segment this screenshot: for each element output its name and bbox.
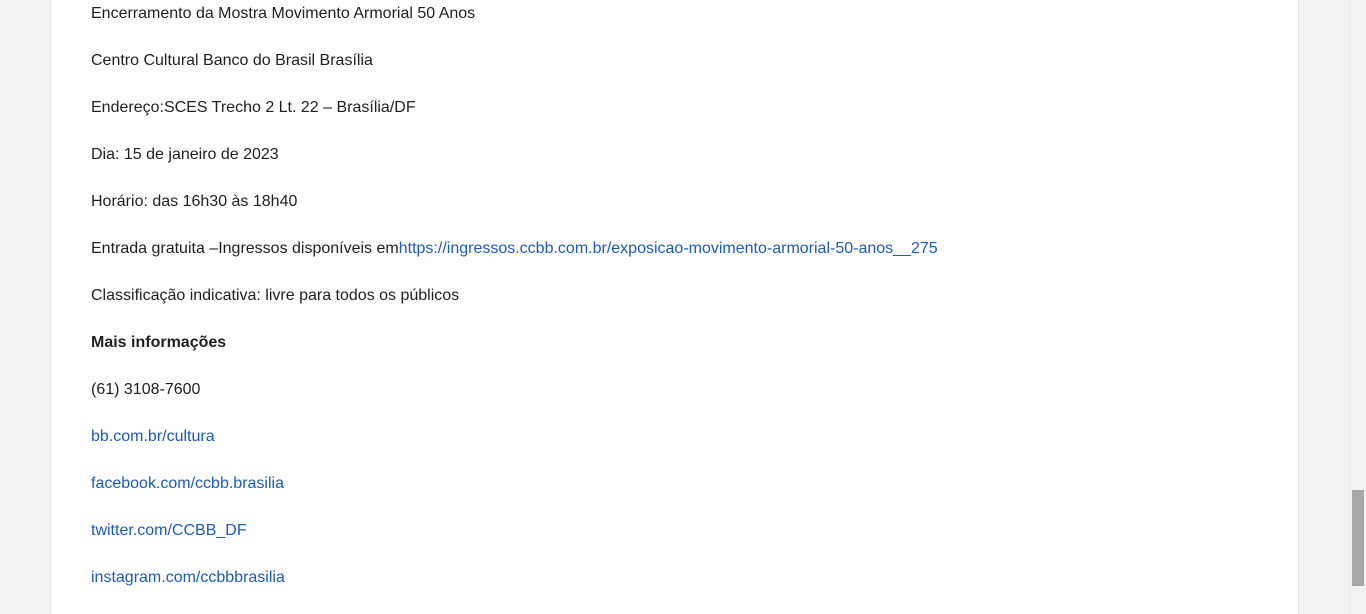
more-info-heading: Mais informações [91,334,227,351]
vertical-scrollbar[interactable] [1349,0,1366,614]
entry-text: Entrada gratuita –Ingressos disponíveis … [91,240,399,257]
twitter-link-row: twitter.com/CCBB_DF [91,521,247,541]
scrollbar-thumb[interactable] [1352,490,1364,586]
instagram-link[interactable]: instagram.com/ccbbbrasilia [91,569,285,586]
contact-phone: (61) 3108-7600 [91,381,201,398]
event-venue: Centro Cultural Banco do Brasil Brasília [91,52,373,69]
article-content: Encerramento da Mostra Movimento Armoria… [50,0,1299,614]
site-link-row: bb.com.br/cultura [91,427,215,447]
instagram-link-row: instagram.com/ccbbbrasilia [91,568,285,588]
twitter-link[interactable]: twitter.com/CCBB_DF [91,522,247,539]
site-link[interactable]: bb.com.br/cultura [91,428,215,445]
event-closing-title: Encerramento da Mostra Movimento Armoria… [91,5,476,22]
event-entry: Entrada gratuita –Ingressos disponíveis … [91,239,938,259]
event-rating: Classificação indicativa: livre para tod… [91,287,460,304]
event-address: Endereço:SCES Trecho 2 Lt. 22 – Brasília… [91,99,416,116]
event-time: Horário: das 16h30 às 18h40 [91,193,298,210]
tickets-link[interactable]: https://ingressos.ccbb.com.br/exposicao-… [399,240,938,257]
facebook-link[interactable]: facebook.com/ccbb.brasilia [91,475,284,492]
facebook-link-row: facebook.com/ccbb.brasilia [91,474,284,494]
event-date: Dia: 15 de janeiro de 2023 [91,146,279,163]
